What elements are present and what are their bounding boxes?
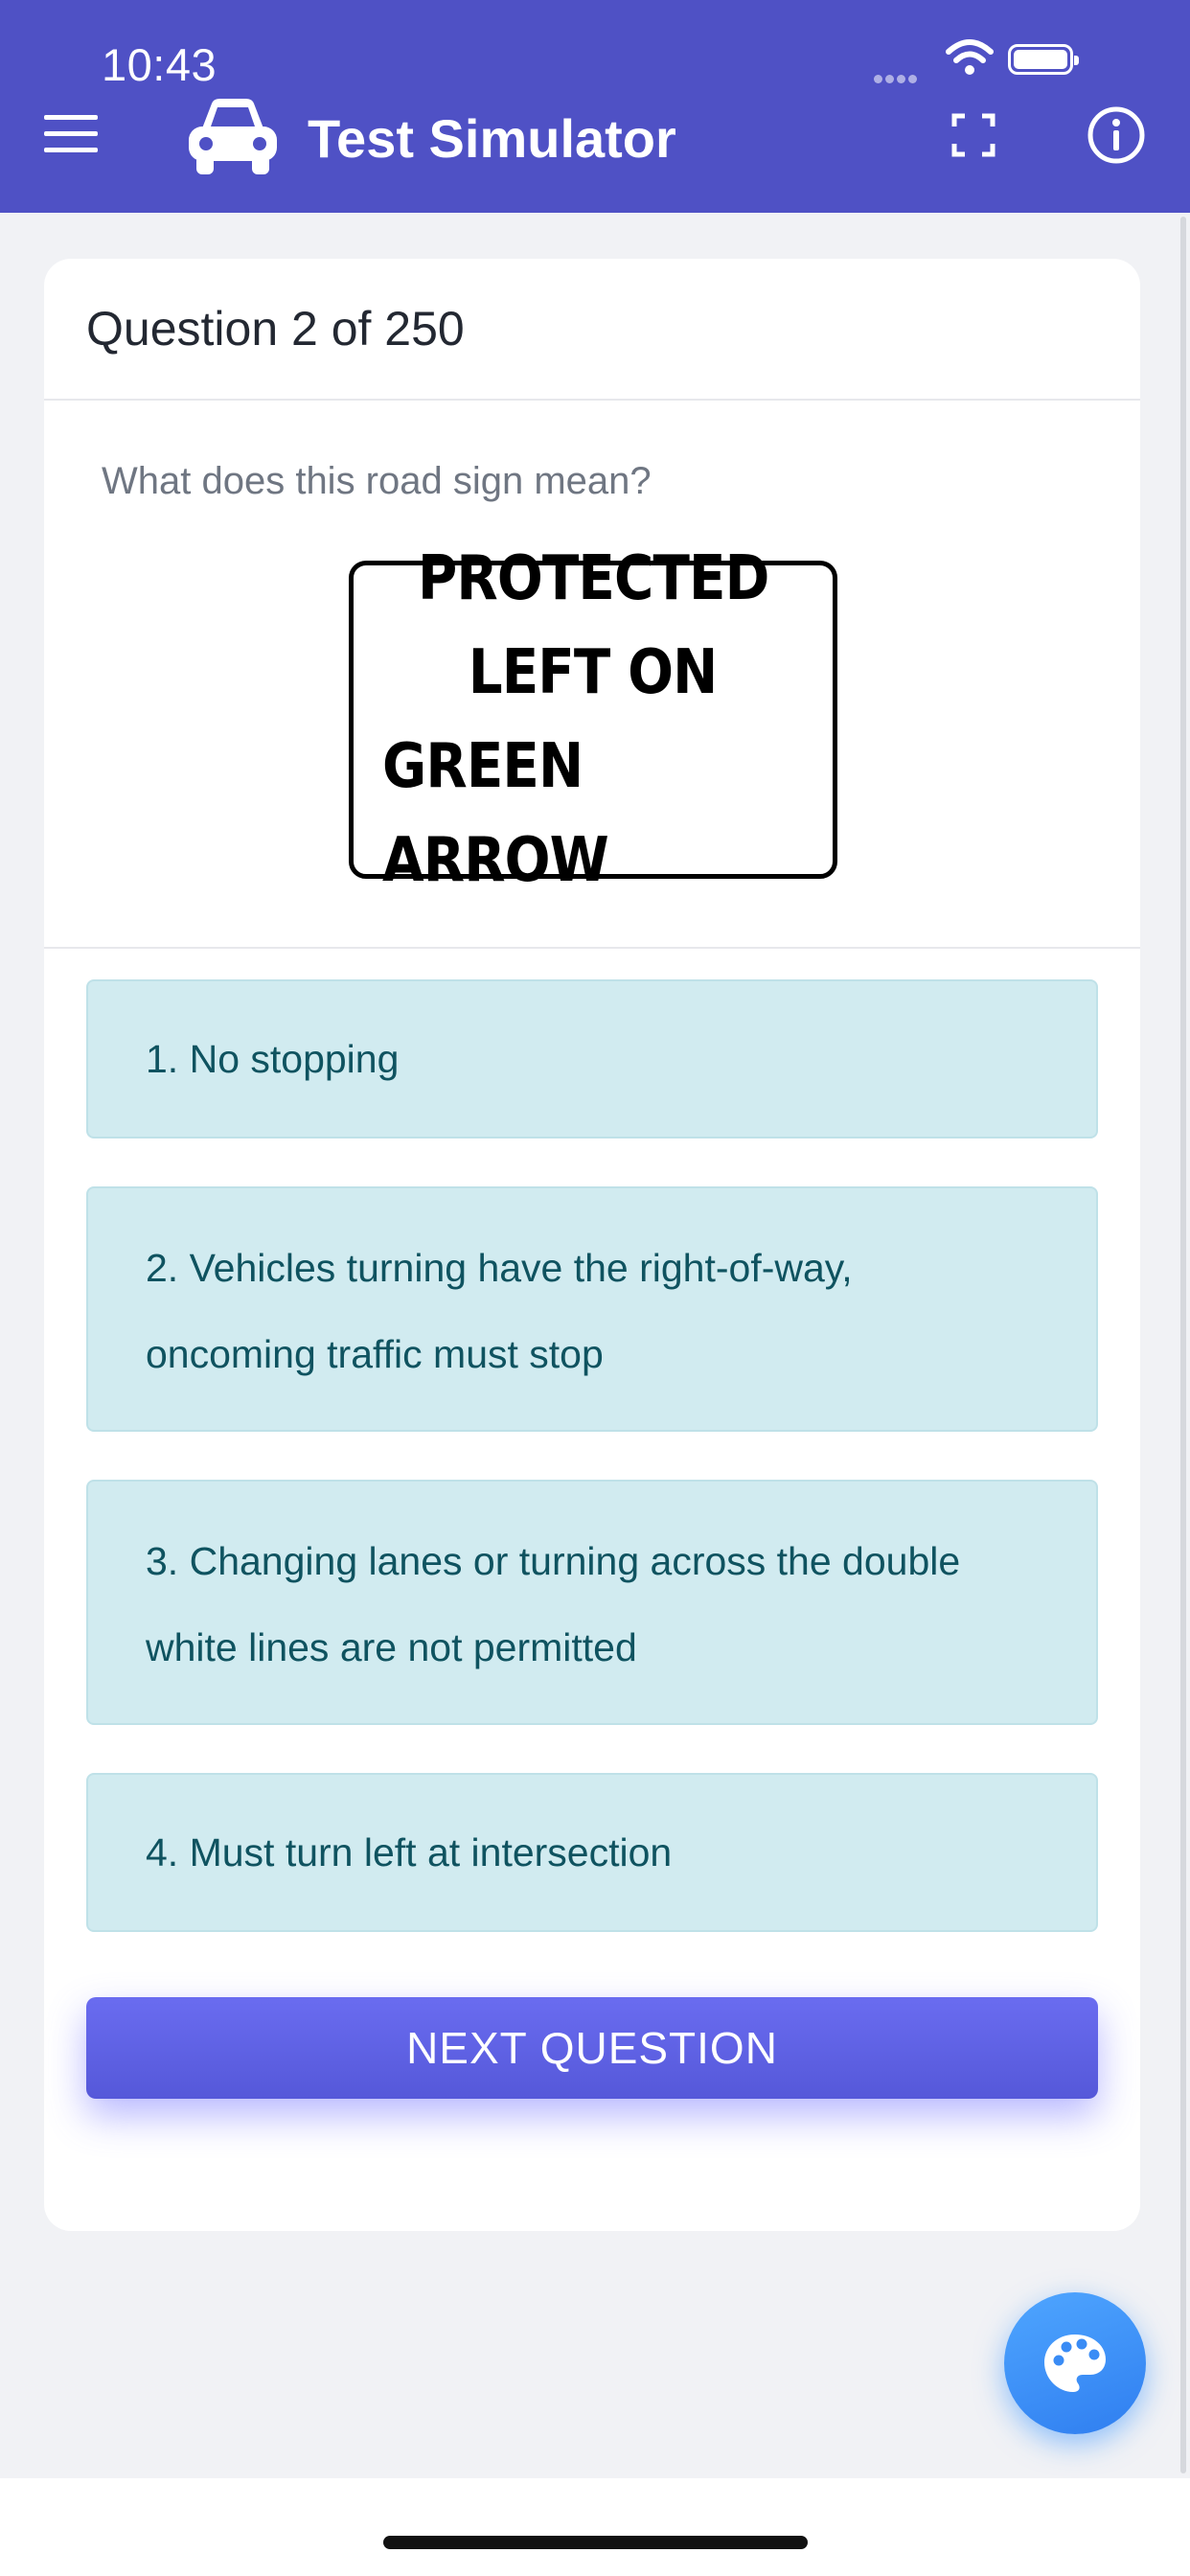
answer-text: oncoming traffic must stop (146, 1332, 604, 1376)
answer-option-4[interactable]: 4. Must turn left at intersection (86, 1773, 1098, 1932)
answer-text: 4. Must turn left at intersection (146, 1830, 673, 1874)
car-icon (189, 99, 277, 174)
fullscreen-icon[interactable] (951, 113, 995, 157)
question-card: Question 2 of 250 What does this road si… (44, 259, 1140, 2231)
question-counter: Question 2 of 250 (86, 302, 465, 356)
signal-dots-icon (874, 71, 931, 83)
menu-icon[interactable] (44, 115, 98, 153)
sign-line: GREEN ARROW (382, 731, 609, 896)
battery-icon (1008, 44, 1079, 75)
answer-option-2[interactable]: 2. Vehicles turning have the right-of-wa… (86, 1186, 1098, 1432)
app-bar: 10:43 Test Simulator (0, 0, 1190, 213)
answer-option-3[interactable]: 3. Changing lanes or turning across the … (86, 1480, 1098, 1725)
answer-text: 3. Changing lanes or turning across the … (146, 1539, 961, 1583)
sign-line: PROTECTED (417, 543, 769, 614)
question-text: What does this road sign mean? (102, 460, 652, 502)
home-indicator[interactable] (383, 2536, 808, 2549)
info-icon[interactable] (1087, 105, 1146, 165)
wifi-icon (946, 39, 994, 75)
card-header: Question 2 of 250 (44, 259, 1140, 401)
answer-text: white lines are not permitted (146, 1625, 637, 1669)
palette-icon (1044, 2334, 1106, 2392)
sign-line: LEFT ON (469, 637, 719, 708)
theme-fab-button[interactable] (1004, 2292, 1146, 2434)
scrollbar[interactable] (1180, 217, 1186, 2473)
status-icons (874, 39, 1142, 83)
next-question-button[interactable]: NEXT QUESTION (86, 1997, 1098, 2099)
status-time: 10:43 (102, 39, 217, 90)
app-title: Test Simulator (308, 108, 676, 169)
divider (44, 947, 1140, 949)
road-sign-image: PROTECTED LEFT ON GREEN ARROW (349, 543, 837, 896)
answer-option-1[interactable]: 1. No stopping (86, 979, 1098, 1138)
answer-text: 1. No stopping (146, 1037, 400, 1081)
answer-text: 2. Vehicles turning have the right-of-wa… (146, 1246, 853, 1290)
bottom-safe-area (0, 2478, 1190, 2576)
